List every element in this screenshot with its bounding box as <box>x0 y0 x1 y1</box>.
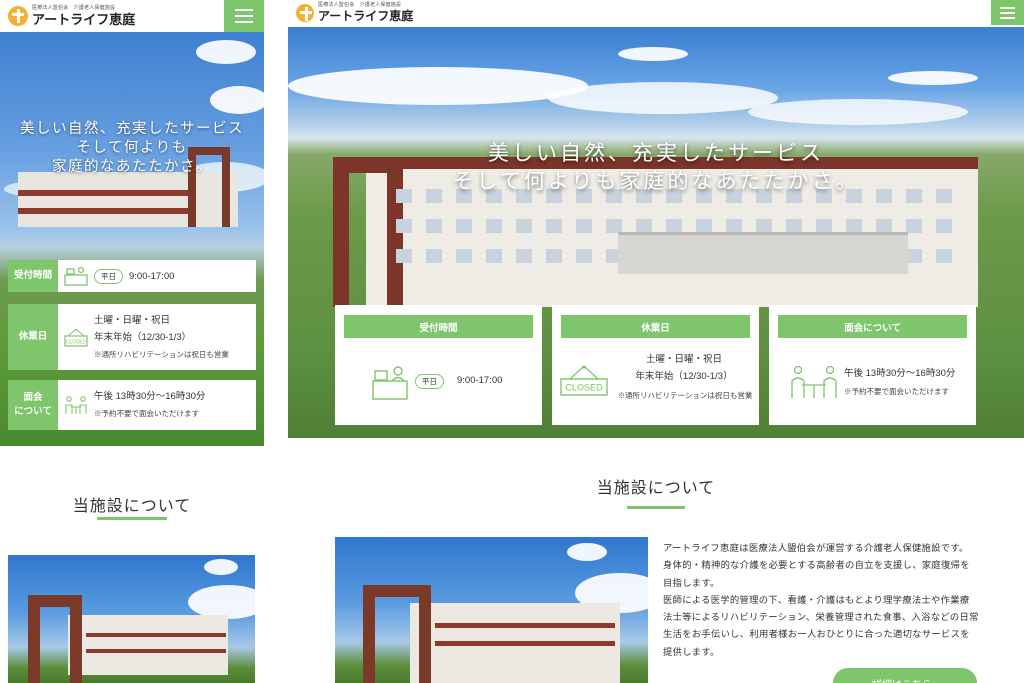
closed-sign-icon: CLOSED <box>64 328 88 347</box>
desktop-menu-button[interactable] <box>991 0 1024 25</box>
menu-button[interactable] <box>224 0 264 32</box>
logo-subtitle: 医療法人盟伯会 介護老人保健施設 <box>32 5 116 11</box>
desktop-hamburger-icon <box>1000 6 1015 9</box>
desktop-visiting-hours: 午後 13時30分〜16時30分 <box>844 368 956 379</box>
weekday-badge: 平日 <box>94 268 123 284</box>
closed-card: 休業日 CLOSED 土曜・日曜・祝日 年末年始（12/30-1/3） ※通所リ… <box>552 305 759 425</box>
mobile-view: 医療法人盟伯会 介護老人保健施設 アートライフ恵庭 美しい自然、充実したサービス… <box>0 0 264 683</box>
visiting-label: 面会 について <box>8 380 58 430</box>
reception-label: 受付時間 <box>8 260 58 292</box>
hamburger-icon <box>235 9 253 11</box>
desktop-facility-photo <box>335 537 648 683</box>
mobile-about-underline <box>97 517 167 520</box>
svg-text:CLOSED: CLOSED <box>565 383 603 393</box>
desktop-visiting-table-icon <box>791 365 837 398</box>
closed-card-title: 休業日 <box>561 315 750 338</box>
reception-card: 受付時間 平日 9:00-17:00 <box>335 305 542 425</box>
desktop-closed-note: ※通所リハビリテーションは祝日も営業 <box>617 391 753 400</box>
site-logo[interactable]: 医療法人盟伯会 介護老人保健施設 アートライフ恵庭 <box>8 6 135 26</box>
desktop-reception-hours: 9:00-17:00 <box>457 375 503 386</box>
about-paragraph-2: 身体的・精神的な介護を必要とする高齢者の自立を支援し、家庭復帰を目指します。 <box>663 560 970 588</box>
mobile-hero-tagline: 美しい自然、充実したサービス そして何よりも 家庭的なあたたかさ。 <box>20 121 244 175</box>
detail-button[interactable]: 詳細はこちら › <box>833 668 977 683</box>
visiting-card-title: 面会について <box>778 315 967 338</box>
desktop-visiting-note: ※予約不要で面会いただけます <box>844 387 949 396</box>
desktop-logo-name: アートライフ恵庭 <box>318 9 414 23</box>
visiting-table-icon <box>65 396 87 414</box>
hero-building <box>18 147 238 227</box>
reception-hours: 9:00-17:00 <box>129 270 175 282</box>
visiting-hours: 午後 13時30分〜16時30分 <box>94 391 206 402</box>
mobile-reception-row: 受付時間 平日 9:00-17:00 <box>8 260 256 292</box>
desktop-about-title: 当施設について <box>596 478 716 497</box>
desktop-closed-new-year: 年末年始（12/30-1/3） <box>635 371 733 382</box>
mobile-header: 医療法人盟伯会 介護老人保健施設 アートライフ恵庭 <box>0 0 264 32</box>
visiting-note: ※予約不要で面会いただけます <box>94 409 199 418</box>
about-paragraph-1: アートライフ恵庭は医療法人盟伯会が運営する介護老人保健施設です。 <box>663 543 969 553</box>
desktop-about-underline <box>627 506 685 509</box>
reception-desk-icon <box>64 266 88 286</box>
desktop-hero: 美しい自然、充実したサービス そして何よりも家庭的なあたたかさ。 受付時間 平日… <box>288 27 1024 438</box>
desktop-weekday-badge: 平日 <box>415 374 444 389</box>
desktop-logo-subtitle: 医療法人盟伯会 介護老人保健施設 <box>318 2 402 8</box>
closed-days: 土曜・日曜・祝日 <box>94 315 171 326</box>
desktop-site-logo[interactable]: 医療法人盟伯会 介護老人保健施設 アートライフ恵庭 <box>296 3 413 22</box>
hero-entrance-canopy <box>618 232 908 274</box>
desktop-reception-desk-icon <box>372 366 408 400</box>
mobile-about-title: 当施設について <box>72 496 192 515</box>
logo-name: アートライフ恵庭 <box>32 12 136 27</box>
desktop-logo-cross-icon <box>296 3 314 22</box>
closed-new-year: 年末年始（12/30-1/3） <box>94 332 192 343</box>
desktop-hero-tagline: 美しい自然、充実したサービス そして何よりも家庭的なあたたかさ。 <box>452 141 860 193</box>
about-paragraph-3: 医師による医学的管理の下、看護・介護はもとより理学療法士や作業療法士等によるリハ… <box>663 594 979 657</box>
desktop-closed-sign-icon: CLOSED <box>560 365 608 396</box>
desktop-closed-days: 土曜・日曜・祝日 <box>645 354 722 365</box>
mobile-visiting-row: 面会 について 午後 13時30分〜16時30分 ※予約不要で面会いただけます <box>8 380 256 430</box>
visiting-card: 面会について 午後 13時30分〜16時30分 ※予約不要で面会いただけます <box>769 305 976 425</box>
logo-cross-icon <box>8 6 28 26</box>
mobile-hero: 美しい自然、充実したサービス そして何よりも 家庭的なあたたかさ。 受付時間 平… <box>0 32 264 446</box>
closed-label: 休業日 <box>8 304 58 370</box>
svg-text:CLOSED: CLOSED <box>66 340 87 346</box>
mobile-closed-row: 休業日 CLOSED 土曜・日曜・祝日 年末年始（12/30-1/3） ※通所リ… <box>8 304 256 370</box>
desktop-header: 医療法人盟伯会 介護老人保健施設 アートライフ恵庭 <box>288 0 1024 27</box>
mobile-facility-photo <box>8 555 255 683</box>
reception-card-title: 受付時間 <box>344 315 533 338</box>
about-description: アートライフ恵庭は医療法人盟伯会が運営する介護老人保健施設です。 身体的・精神的… <box>663 540 979 661</box>
closed-note: ※通所リハビリテーションは祝日も営業 <box>94 350 229 359</box>
